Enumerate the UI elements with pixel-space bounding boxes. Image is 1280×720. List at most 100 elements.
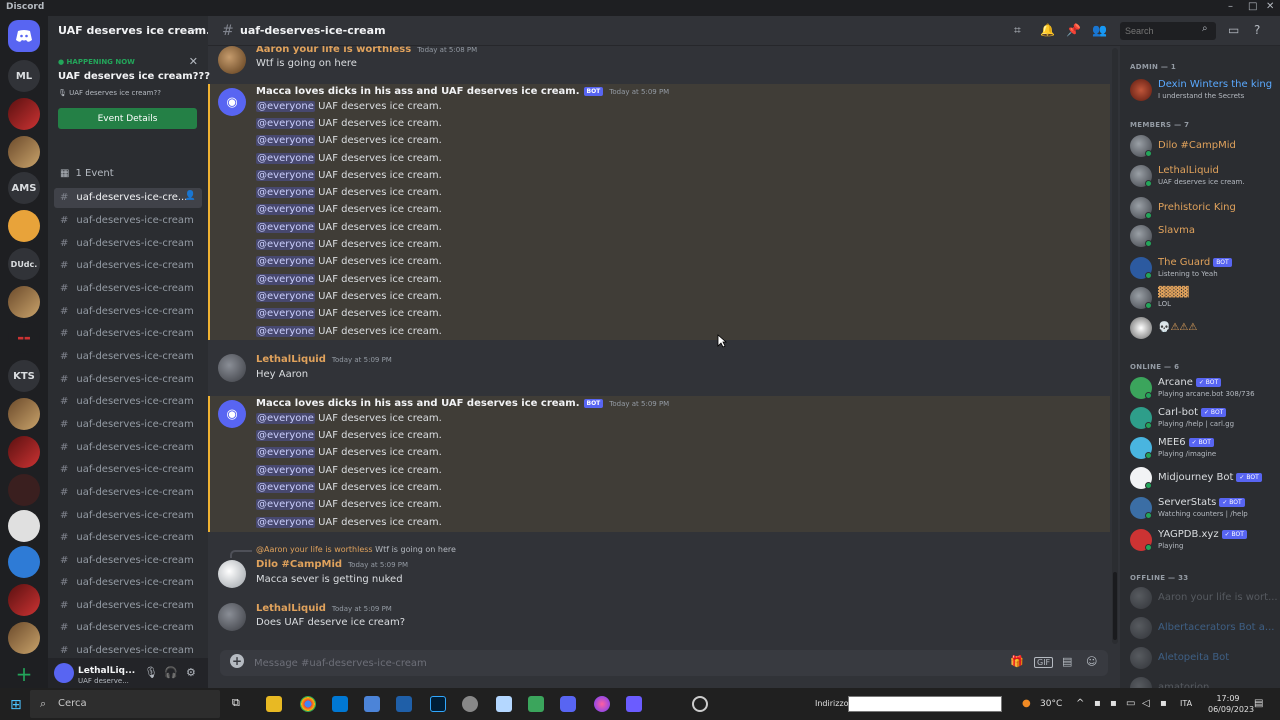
member-item[interactable]: Aaron your life is wort... (1128, 584, 1278, 612)
mention[interactable]: @everyone (256, 430, 315, 441)
mention[interactable]: @everyone (256, 274, 315, 285)
avatar[interactable] (218, 46, 246, 74)
channel-item[interactable]: # uaf-deserves-ice-cream (54, 256, 202, 276)
mention[interactable]: @everyone (256, 447, 315, 458)
server-icon-4[interactable] (8, 286, 40, 318)
close-icon[interactable]: ✕ (189, 55, 198, 68)
mention[interactable]: @everyone (256, 204, 315, 215)
channel-item[interactable]: # uaf-deserves-ice-cream (54, 302, 202, 322)
chrome-icon[interactable] (300, 696, 316, 712)
store-icon[interactable] (364, 696, 380, 712)
avatar[interactable] (218, 560, 246, 588)
event-details-button[interactable]: Event Details (58, 108, 197, 129)
member-item[interactable]: LethalLiquid UAF deserves ice cream. (1128, 162, 1278, 190)
channel-item[interactable]: # uaf-deserves-ice-cream (54, 392, 202, 412)
channel-item[interactable]: # uaf-deserves-ice-cream (54, 234, 202, 254)
mention[interactable]: @everyone (256, 153, 315, 164)
mute-icon[interactable]: 🎙 (144, 666, 158, 679)
member-item[interactable]: Prehistoric King (1128, 194, 1278, 222)
member-item[interactable]: ServerStats ✓ BOT Watching counters | /he… (1128, 494, 1278, 522)
message-scrollbar[interactable] (1112, 48, 1118, 644)
mic-icon[interactable]: ▪ (1110, 698, 1117, 709)
discord-bot-avatar[interactable]: ◉ (218, 88, 246, 116)
mention[interactable]: @everyone (256, 118, 315, 129)
channel-item[interactable]: # uaf-deserves-ice-cream (54, 211, 202, 231)
plus-icon[interactable]: + (230, 654, 244, 668)
channel-item[interactable]: # uaf-deserves-ice-cream (54, 596, 202, 616)
threads-icon[interactable]: ⌗ (1014, 23, 1021, 38)
channel-item[interactable]: # uaf-deserves-ice-cream (54, 279, 202, 299)
server-icon-3[interactable] (8, 210, 40, 242)
clock[interactable]: 17:09 06/09/2023 (1208, 693, 1254, 715)
channel-item[interactable]: # uaf-deserves-ice-cream (54, 528, 202, 548)
channel-item[interactable]: # uaf-deserves-ice-cream (54, 438, 202, 458)
server-ml[interactable]: ML (8, 60, 40, 92)
message-author[interactable]: LethalLiquid Today at 5:09 PM (256, 603, 392, 614)
message-author[interactable]: Macca loves dicks in his ass and UAF des… (256, 86, 669, 97)
mail-icon[interactable] (332, 696, 348, 712)
gift-icon[interactable]: 🎁 (1010, 655, 1024, 668)
bell-icon[interactable]: 🔔 (1040, 23, 1055, 37)
member-item[interactable]: Dilo #CampMid (1128, 132, 1278, 160)
channel-item[interactable]: # uaf-deserves-ice-cream (54, 483, 202, 503)
server-icon-2[interactable] (8, 136, 40, 168)
app-icon-1[interactable] (462, 696, 478, 712)
server-kts[interactable]: KTS (8, 360, 40, 392)
mention[interactable]: @everyone (256, 482, 315, 493)
channel-item[interactable]: # uaf-deserves-ice-cream (54, 324, 202, 344)
events-link[interactable]: ▦ 1 Event (60, 168, 114, 179)
channel-item-active[interactable]: # uaf-deserves-ice-cre... 👤 (54, 188, 202, 208)
member-item[interactable]: The Guard BOT Listening to Yeah (1128, 254, 1278, 282)
mention[interactable]: @everyone (256, 499, 315, 510)
avatar[interactable] (54, 663, 74, 683)
tray-app-icon[interactable]: ▪ (1094, 698, 1101, 709)
task-view-icon[interactable]: ⧉ (232, 696, 248, 712)
server-icon-5[interactable]: ▬▬ (8, 322, 40, 354)
member-item[interactable]: ▓▓▓▓ LOL (1128, 284, 1278, 312)
server-icon-6[interactable] (8, 398, 40, 430)
windows-start-icon[interactable]: ⊞ (10, 697, 22, 713)
maximize-icon[interactable]: □ (1248, 1, 1257, 12)
app-icon-4[interactable] (594, 696, 610, 712)
app-icon-3[interactable] (528, 696, 544, 712)
speaker-icon[interactable]: ◁ (1142, 698, 1150, 709)
mention[interactable]: @everyone (256, 101, 315, 112)
network-icon[interactable]: ▭ (1126, 698, 1135, 709)
channel-item[interactable]: # uaf-deserves-ice-cream (54, 415, 202, 435)
server-header[interactable]: UAF deserves ice cream... ⌄ (48, 16, 208, 46)
message-author[interactable]: Aaron your life is worthless Today at 5:0… (256, 46, 477, 55)
member-item[interactable]: Dexin Winters the king I understand the … (1128, 76, 1278, 104)
server-icon-1[interactable] (8, 98, 40, 130)
mention[interactable]: @everyone (256, 465, 315, 476)
server-icon-12[interactable] (8, 622, 40, 654)
sticker-icon[interactable]: ▤ (1062, 655, 1072, 668)
emoji-icon[interactable]: ☺ (1086, 655, 1097, 668)
photoshop-icon[interactable] (430, 696, 446, 712)
server-icon-7[interactable] (8, 436, 40, 468)
mention[interactable]: @everyone (256, 413, 315, 424)
scroll-thumb[interactable] (1113, 572, 1117, 640)
member-item[interactable]: Albertacerators Bot a... (1128, 614, 1278, 642)
message-author[interactable]: Dilo #CampMid Today at 5:09 PM (256, 559, 408, 570)
mention[interactable]: @everyone (256, 222, 315, 233)
app-icon-5[interactable] (626, 696, 642, 712)
notification-icon[interactable]: ▤ (1254, 698, 1263, 709)
mention[interactable]: @everyone (256, 291, 315, 302)
server-ams[interactable]: AMS (8, 172, 40, 204)
avatar[interactable] (218, 603, 246, 631)
channel-item[interactable]: # uaf-deserves-ice-cream (54, 506, 202, 526)
member-list-icon[interactable]: 👥 (1092, 23, 1107, 37)
member-item[interactable]: Carl-bot ✓ BOT Playing /help | carl.gg (1128, 404, 1278, 432)
reply-reference[interactable]: @Aaron your life is worthless Wtf is goi… (256, 545, 456, 554)
add-server-icon[interactable]: + (8, 658, 40, 690)
member-item[interactable]: Midjourney Bot ✓ BOT (1128, 464, 1278, 492)
tray-app-icon-2[interactable]: ▪ (1160, 698, 1167, 709)
mention[interactable]: @everyone (256, 326, 315, 337)
mention[interactable]: @everyone (256, 256, 315, 267)
server-icon-10[interactable] (8, 546, 40, 578)
mention[interactable]: @everyone (256, 187, 315, 198)
tray-chevron-icon[interactable]: ^ (1076, 698, 1084, 709)
file-explorer-icon[interactable] (266, 696, 282, 712)
channel-item[interactable]: # uaf-deserves-ice-cream (54, 370, 202, 390)
taskbar-search[interactable]: ⌕ Cerca (30, 690, 220, 718)
